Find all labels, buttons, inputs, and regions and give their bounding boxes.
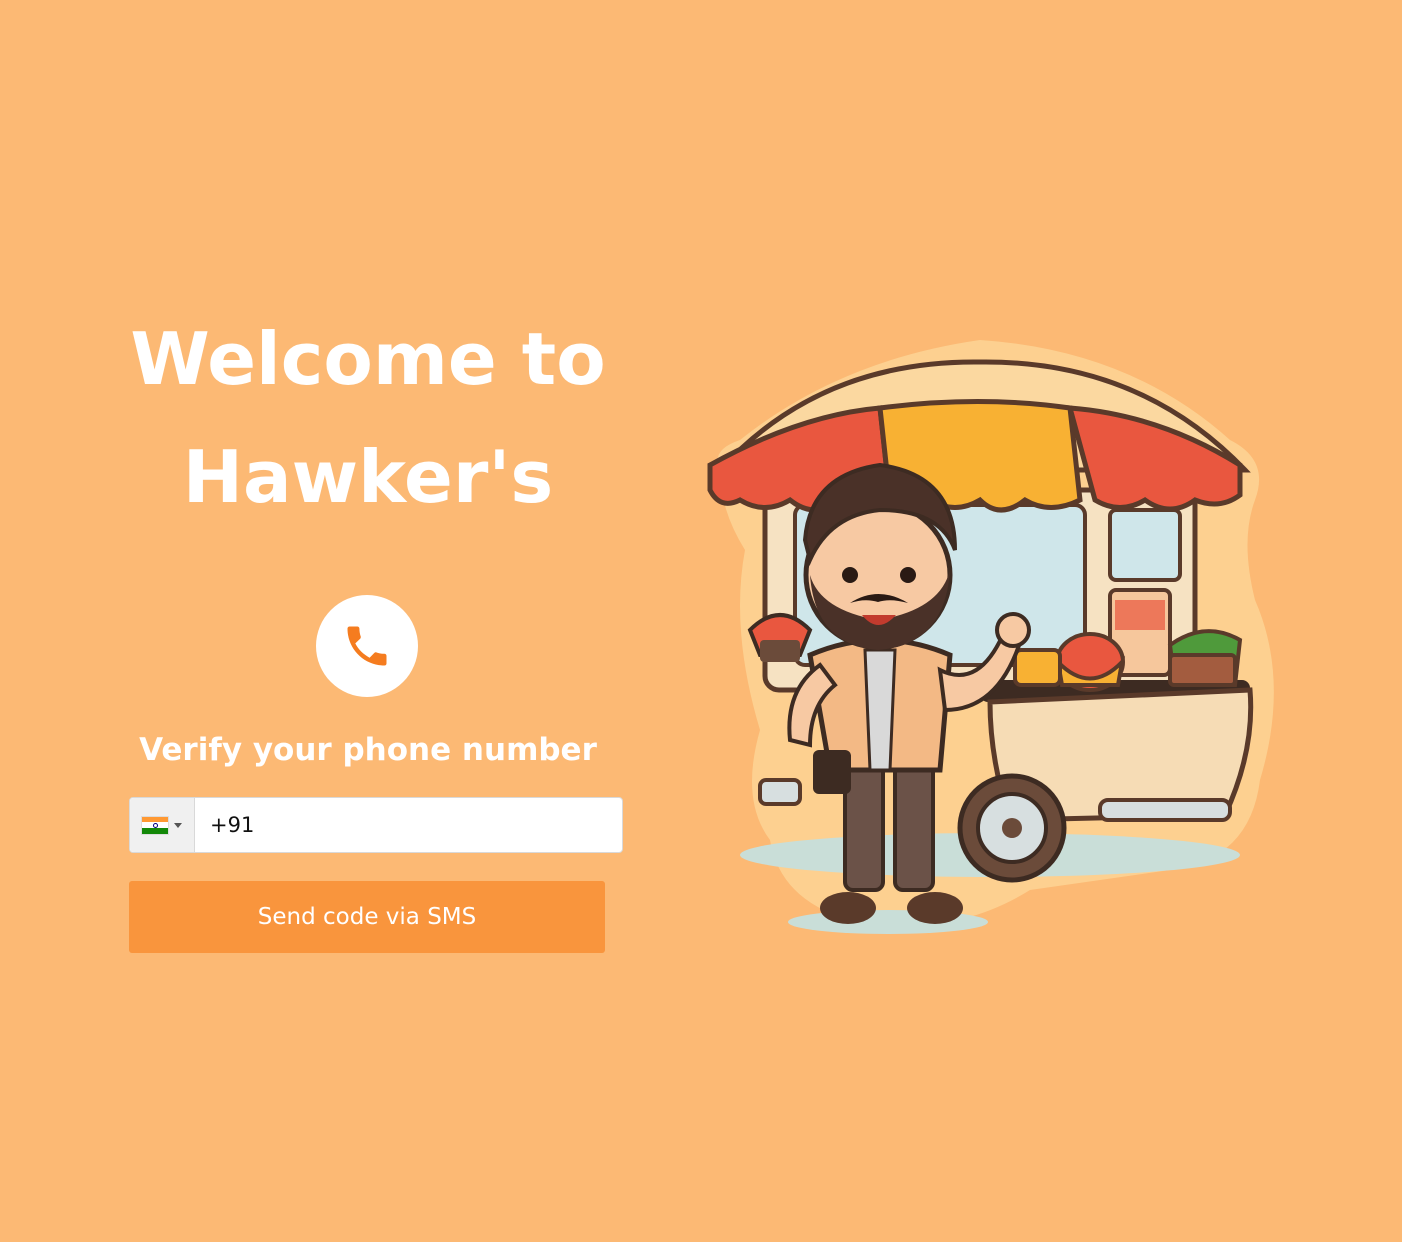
chevron-down-icon: [174, 822, 182, 828]
phone-number-field: [129, 797, 623, 853]
phone-icon: [347, 626, 387, 666]
welcome-title-line2: Hawker's: [182, 435, 554, 519]
india-flag-icon: [142, 816, 168, 834]
welcome-title: Welcome to Hawker's: [80, 300, 656, 536]
welcome-title-line1: Welcome to: [130, 317, 606, 401]
verify-subtitle: Verify your phone number: [139, 732, 597, 768]
send-code-button[interactable]: Send code via SMS: [129, 881, 605, 953]
phone-badge: [316, 595, 418, 697]
hawker-cart-illustration: [707, 340, 1274, 934]
phone-number-input[interactable]: [195, 798, 622, 852]
country-code-select[interactable]: [130, 798, 195, 852]
